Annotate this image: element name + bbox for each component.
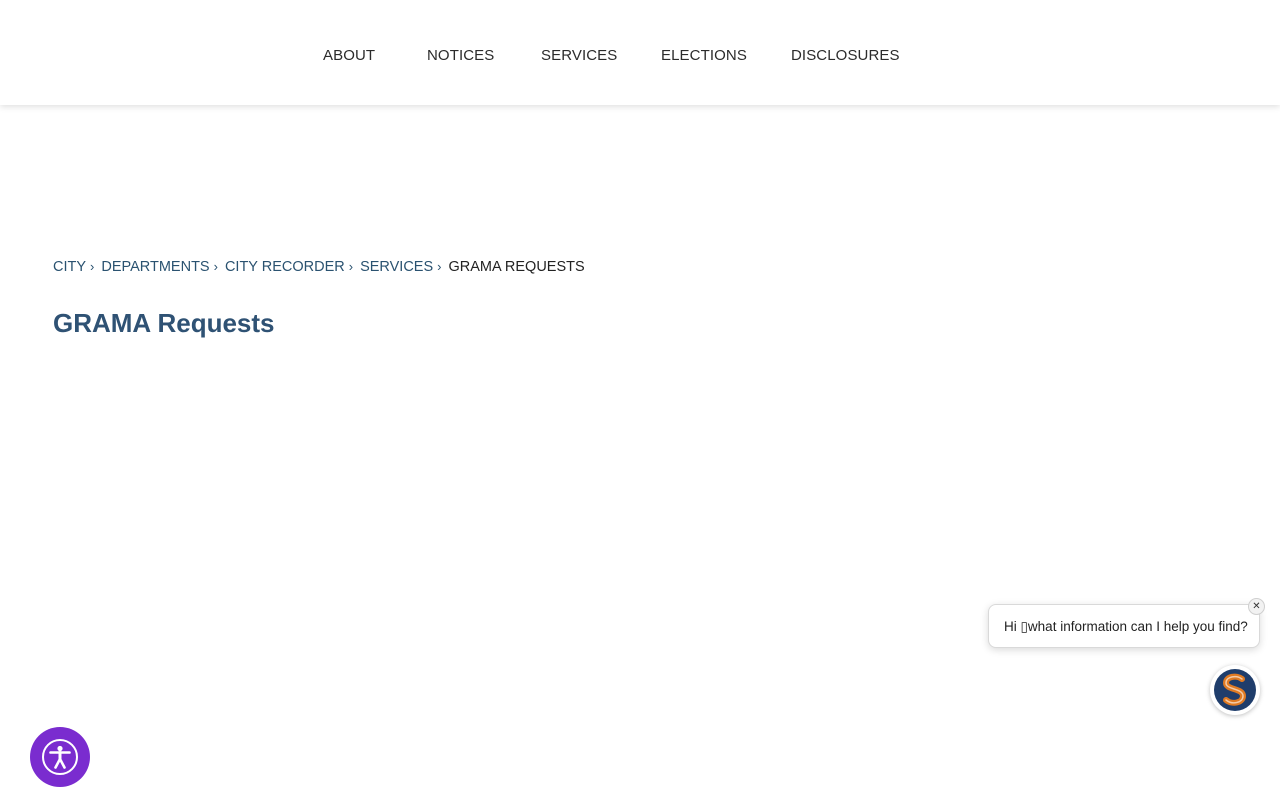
- breadcrumb: CITY › DEPARTMENTS › CITY RECORDER › SERVICES ›…: [53, 259, 585, 275]
- breadcrumb-current: GRAMA REQUESTS: [448, 259, 585, 275]
- breadcrumb-city[interactable]: CITY: [53, 259, 86, 275]
- breadcrumb-separator: ›: [90, 259, 95, 274]
- chat-close-button[interactable]: ✕: [1248, 598, 1265, 615]
- nav-elections[interactable]: ELECTIONS: [661, 47, 747, 64]
- nav-about[interactable]: ABOUT: [323, 47, 375, 64]
- breadcrumb-city-recorder[interactable]: CITY RECORDER: [225, 259, 345, 275]
- chatbot-s-logo-icon: [1214, 669, 1256, 711]
- page-title: GRAMA Requests: [53, 308, 275, 338]
- nav-disclosures[interactable]: DISCLOSURES: [791, 47, 900, 64]
- nav-notices[interactable]: NOTICES: [427, 47, 494, 64]
- page: ABOUT NOTICES SERVICES ELECTIONS DISCLOS…: [0, 0, 1280, 800]
- accessibility-button[interactable]: [30, 727, 90, 787]
- breadcrumb-separator: ›: [437, 259, 442, 274]
- accessibility-person-icon: [42, 739, 78, 775]
- nav-services[interactable]: SERVICES: [541, 47, 617, 64]
- chat-launcher-button[interactable]: [1210, 665, 1260, 715]
- chat-greeting-text: Hi ▯what information can I help you find…: [1004, 619, 1248, 634]
- top-navigation: ABOUT NOTICES SERVICES ELECTIONS DISCLOS…: [0, 0, 1280, 105]
- chat-greeting-bubble[interactable]: Hi ▯what information can I help you find…: [988, 604, 1260, 648]
- breadcrumb-separator: ›: [213, 259, 218, 274]
- breadcrumb-separator: ›: [348, 259, 354, 274]
- breadcrumb-departments[interactable]: DEPARTMENTS: [101, 259, 209, 275]
- breadcrumb-services[interactable]: SERVICES: [360, 259, 433, 275]
